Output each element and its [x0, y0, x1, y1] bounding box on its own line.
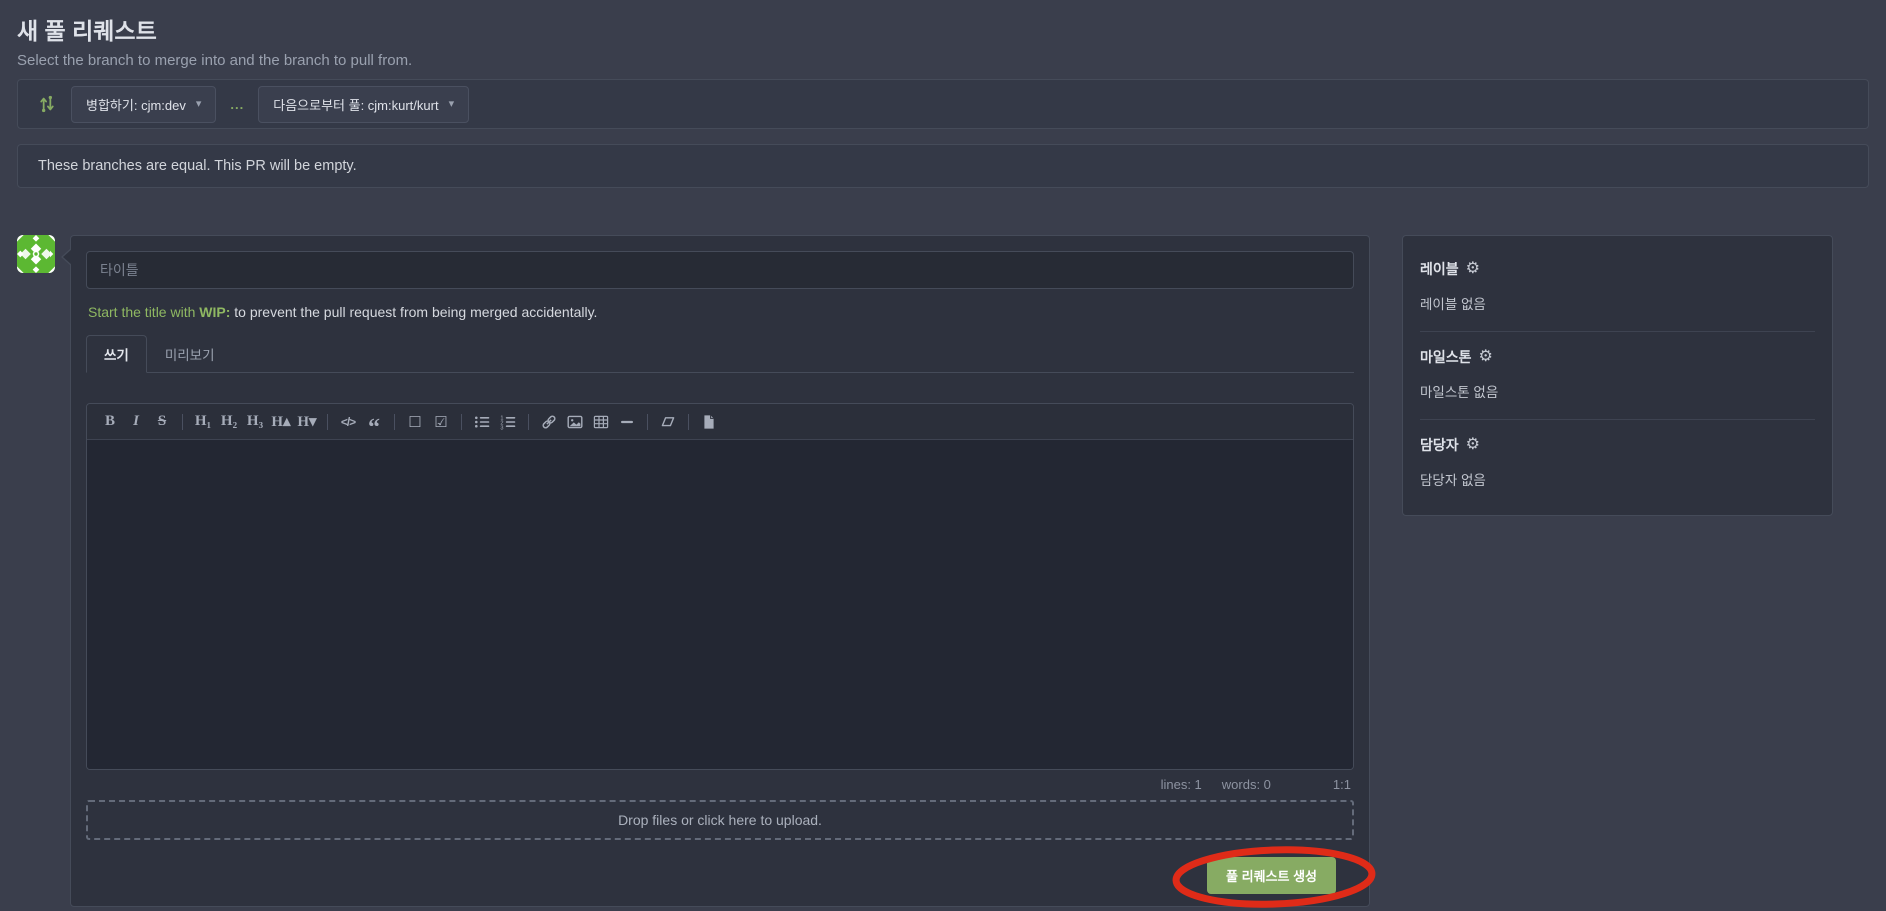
- toolbar-divider: [461, 414, 462, 430]
- dropzone-text: Drop files or click here to upload.: [618, 812, 822, 828]
- md-heading-down-button[interactable]: H▾: [294, 411, 320, 433]
- branch-separator: ...: [230, 97, 244, 112]
- gear-icon[interactable]: ⚙: [1479, 349, 1493, 365]
- chevron-down-icon: ▾: [449, 99, 455, 110]
- merge-into-branch-button[interactable]: 병합하기: cjm:dev ▾: [71, 86, 216, 123]
- md-new-file-icon-button[interactable]: [696, 411, 722, 433]
- sidebar-section-milestone: 마일스톤 ⚙ 마일스톤 없음: [1420, 332, 1815, 420]
- wip-hint-prefix: Start the title with: [88, 304, 199, 320]
- md-eraser-icon-button[interactable]: [655, 411, 681, 433]
- stat-lines: lines: 1: [1161, 777, 1202, 792]
- editor-stats: lines: 1 words: 0 1:1: [86, 777, 1354, 792]
- wip-hint-rest: to prevent the pull request from being m…: [230, 304, 597, 320]
- create-pull-request-button[interactable]: 풀 리퀘스트 생성: [1207, 857, 1336, 894]
- toolbar-divider: [327, 414, 328, 430]
- markdown-editor: BIS H₁H₂H₃H▴H▾ </>“ ☐☑ 123: [86, 403, 1354, 770]
- notice-text: These branches are equal. This PR will b…: [38, 158, 357, 174]
- pull-request-form: Start the title with WIP: to prevent the…: [70, 235, 1370, 907]
- sidebar-section-labels: 레이블 ⚙ 레이블 없음: [1420, 244, 1815, 332]
- md-strikethrough-button[interactable]: S: [149, 411, 175, 433]
- md-link-icon-button[interactable]: [536, 411, 562, 433]
- md-heading-2-button[interactable]: H₂: [216, 411, 242, 433]
- toolbar-divider: [647, 414, 648, 430]
- markdown-toolbar: BIS H₁H₂H₃H▴H▾ </>“ ☐☑ 123: [87, 404, 1353, 440]
- tab-preview[interactable]: 미리보기: [147, 335, 233, 373]
- toolbar-divider: [182, 414, 183, 430]
- avatar: [17, 235, 55, 273]
- branch-select-bar: 병합하기: cjm:dev ▾ ... 다음으로부터 풀: cjm:kurt/k…: [17, 79, 1869, 129]
- stat-words: words: 0: [1222, 777, 1271, 792]
- toolbar-divider: [528, 414, 529, 430]
- pr-meta-sidebar: 레이블 ⚙ 레이블 없음 마일스톤 ⚙ 마일스톤 없음 담당자 ⚙ 담당자 없음: [1402, 235, 1833, 516]
- wip-hint: Start the title with WIP: to prevent the…: [88, 304, 1352, 320]
- page-subtitle: Select the branch to merge into and the …: [17, 52, 1869, 69]
- md-bold-button[interactable]: B: [97, 411, 123, 433]
- gear-icon[interactable]: ⚙: [1466, 261, 1480, 277]
- assignees-title-row: 담당자 ⚙: [1420, 435, 1815, 455]
- md-checkbox-empty-button[interactable]: ☐: [402, 411, 428, 433]
- branches-equal-notice: These branches are equal. This PR will b…: [17, 144, 1869, 188]
- md-horizontal-rule-icon-button[interactable]: [614, 411, 640, 433]
- toolbar-divider: [688, 414, 689, 430]
- file-dropzone[interactable]: Drop files or click here to upload.: [86, 800, 1354, 840]
- milestone-empty: 마일스톤 없음: [1420, 381, 1815, 401]
- labels-title: 레이블: [1420, 259, 1459, 279]
- pr-title-input[interactable]: [86, 251, 1354, 289]
- content-row: Start the title with WIP: to prevent the…: [17, 235, 1869, 907]
- md-image-icon-button[interactable]: [562, 411, 588, 433]
- merge-into-branch-label: 병합하기: cjm:dev: [86, 95, 186, 114]
- milestone-title: 마일스톤: [1420, 347, 1472, 367]
- md-code-button[interactable]: </>: [335, 411, 361, 433]
- md-quote-button[interactable]: “: [361, 411, 387, 433]
- labels-empty: 레이블 없음: [1420, 293, 1815, 313]
- md-unordered-list-icon-button[interactable]: [469, 411, 495, 433]
- form-actions: 풀 리퀘스트 생성: [86, 860, 1354, 891]
- labels-title-row: 레이블 ⚙: [1420, 259, 1815, 279]
- sidebar-section-assignees: 담당자 ⚙ 담당자 없음: [1420, 420, 1815, 507]
- pull-from-branch-button[interactable]: 다음으로부터 풀: cjm:kurt/kurt ▾: [258, 86, 469, 123]
- md-table-icon-button[interactable]: [588, 411, 614, 433]
- editor-tabs: 쓰기 미리보기: [86, 335, 1354, 373]
- stat-cursor: 1:1: [1333, 777, 1351, 792]
- tab-write[interactable]: 쓰기: [86, 335, 147, 373]
- page-header: 새 풀 리퀘스트 Select the branch to merge into…: [17, 12, 1869, 69]
- assignees-empty: 담당자 없음: [1420, 469, 1815, 489]
- md-heading-up-button[interactable]: H▴: [268, 411, 294, 433]
- md-heading-3-button[interactable]: H₃: [242, 411, 268, 433]
- md-checkbox-checked-button[interactable]: ☑: [428, 411, 454, 433]
- pull-from-branch-label: 다음으로부터 풀: cjm:kurt/kurt: [273, 95, 438, 114]
- toolbar-divider: [394, 414, 395, 430]
- svg-text:3: 3: [500, 425, 503, 430]
- wip-keyword: WIP:: [199, 304, 230, 320]
- md-ordered-list-icon-button[interactable]: 123: [495, 411, 521, 433]
- milestone-title-row: 마일스톤 ⚙: [1420, 347, 1815, 367]
- chevron-down-icon: ▾: [196, 99, 202, 110]
- assignees-title: 담당자: [1420, 435, 1459, 455]
- git-compare-icon: [37, 94, 57, 114]
- editor-textarea[interactable]: [87, 440, 1353, 769]
- page-title: 새 풀 리퀘스트: [17, 12, 1869, 46]
- md-italic-button[interactable]: I: [123, 411, 149, 433]
- md-heading-1-button[interactable]: H₁: [190, 411, 216, 433]
- gear-icon[interactable]: ⚙: [1466, 437, 1480, 453]
